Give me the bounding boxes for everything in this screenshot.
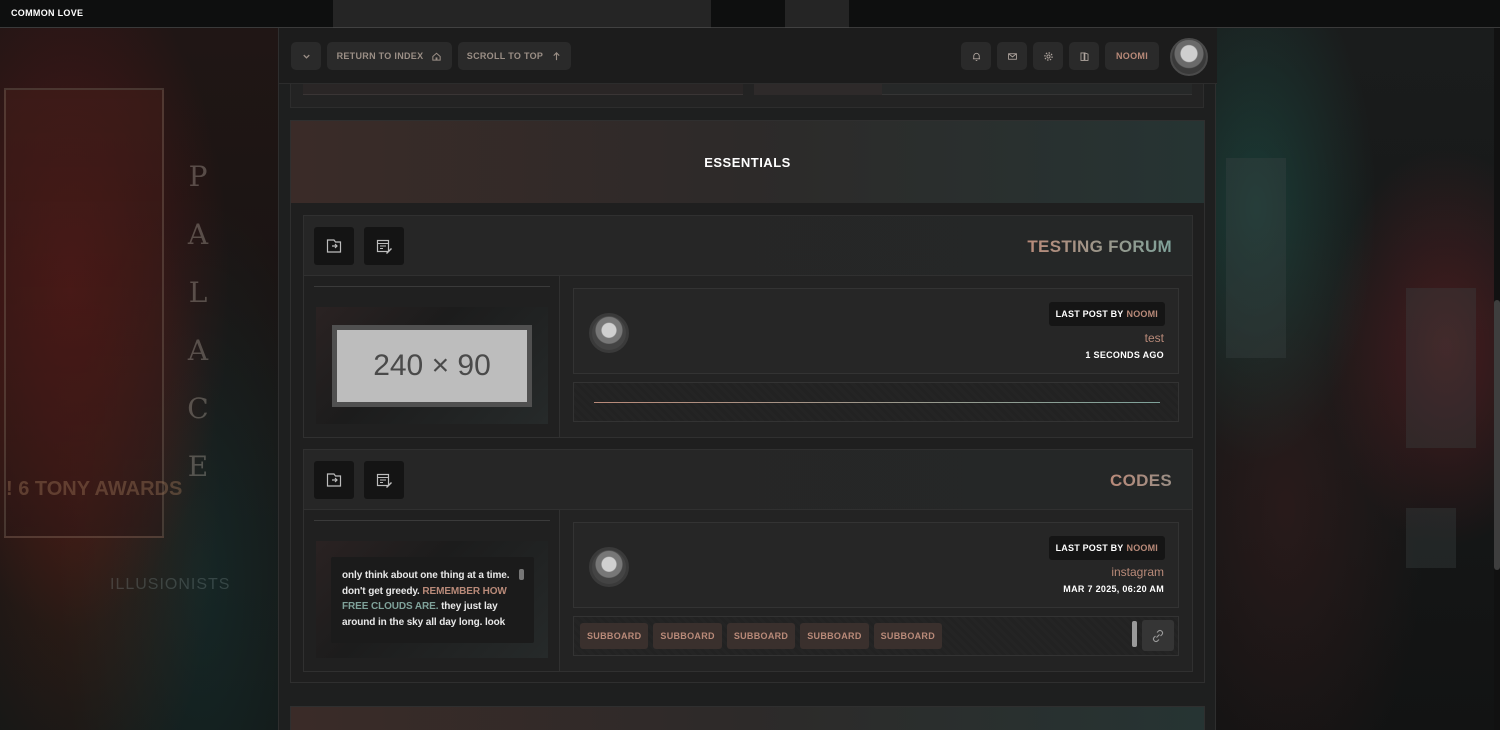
last-post-avatar[interactable] bbox=[589, 313, 629, 353]
bell-icon bbox=[972, 52, 980, 61]
description-scrollbar[interactable] bbox=[519, 569, 524, 580]
scroll-to-top-label: SCROLL TO TOP bbox=[466, 51, 544, 61]
last-post-user-link[interactable]: NOOMI bbox=[1127, 309, 1159, 319]
forum-image-panel: only think about one thing at a time. do… bbox=[304, 510, 560, 671]
forum-title[interactable]: CODES bbox=[1110, 471, 1172, 491]
last-post-badge: LAST POST BY NOOMI bbox=[1048, 302, 1165, 326]
forum-folder-button[interactable] bbox=[314, 227, 354, 265]
forum-image-panel: 240 × 90 bbox=[304, 276, 560, 437]
last-post-time: 1 SECONDS AGO bbox=[1085, 350, 1164, 360]
main-column: RETURN TO INDEX SCROLL TO TOP NOOMI ESSE… bbox=[278, 28, 1217, 730]
edit-calendar-icon bbox=[376, 239, 392, 254]
directory-button[interactable] bbox=[1069, 42, 1099, 70]
folder-arrow-icon bbox=[326, 239, 342, 253]
toolbar: RETURN TO INDEX SCROLL TO TOP NOOMI bbox=[279, 28, 1217, 84]
last-post-panel: LAST POST BY NOOMI instagram MAR 7 2025,… bbox=[573, 522, 1179, 608]
mail-icon bbox=[1007, 52, 1017, 60]
divider bbox=[594, 402, 1160, 403]
chevron-down-icon bbox=[302, 54, 310, 59]
page-scrollbar-thumb[interactable] bbox=[1494, 300, 1500, 570]
collapse-button[interactable] bbox=[291, 42, 321, 70]
forum-description: only think about one thing at a time. do… bbox=[331, 557, 534, 643]
forum-new-post-button[interactable] bbox=[364, 461, 404, 499]
subboard-list: SUBBOARD SUBBOARD SUBBOARD SUBBOARD SUBB… bbox=[580, 623, 943, 649]
forum-folder-button[interactable] bbox=[314, 461, 354, 499]
background-building bbox=[1406, 508, 1456, 568]
return-to-index-label: RETURN TO INDEX bbox=[336, 51, 424, 61]
arrow-up-icon bbox=[553, 51, 560, 60]
previous-forum-strip bbox=[303, 84, 743, 95]
next-category-header bbox=[290, 706, 1205, 730]
forum-image: only think about one thing at a time. do… bbox=[316, 541, 548, 658]
last-post-prefix: LAST POST BY bbox=[1055, 309, 1124, 319]
gear-icon bbox=[1043, 51, 1053, 61]
background-ghost bbox=[785, 0, 849, 28]
background-building bbox=[1406, 288, 1476, 448]
forum-row: CODES only think about one thing at a ti… bbox=[303, 449, 1193, 672]
forum-row: TESTING FORUM 240 × 90 LAST POST BY NOOM… bbox=[303, 215, 1193, 438]
previous-category-bottom bbox=[290, 84, 1204, 108]
divider bbox=[314, 286, 550, 287]
previous-forum-strip bbox=[754, 84, 1192, 95]
background-show-text: ILLUSIONISTS bbox=[110, 576, 231, 593]
last-post-badge: LAST POST BY NOOMI bbox=[1048, 536, 1165, 560]
background-awards-text: ! 6 TONY AWARDS bbox=[6, 478, 183, 500]
last-post-avatar[interactable] bbox=[589, 547, 629, 587]
user-menu-button[interactable]: NOOMI bbox=[1105, 42, 1159, 70]
subboard-link[interactable]: SUBBOARD bbox=[726, 623, 796, 649]
background-billboard bbox=[4, 88, 164, 538]
settings-button[interactable] bbox=[1033, 42, 1063, 70]
notifications-button[interactable] bbox=[961, 42, 991, 70]
forum-header: CODES bbox=[304, 450, 1192, 510]
top-bar: COMMON LOVE bbox=[0, 0, 1500, 28]
background-building bbox=[1226, 158, 1286, 358]
description-highlight: REMEMBER HOW bbox=[422, 585, 507, 597]
divider bbox=[314, 520, 550, 521]
subboard-row bbox=[573, 382, 1179, 422]
subboard-scrollbar[interactable] bbox=[1132, 621, 1137, 647]
forum-new-post-button[interactable] bbox=[364, 227, 404, 265]
subboard-link[interactable]: SUBBOARD bbox=[580, 623, 649, 649]
last-post-user-link[interactable]: NOOMI bbox=[1127, 543, 1159, 553]
last-post-time: MAR 7 2025, 06:20 AM bbox=[1063, 584, 1164, 594]
subboard-link[interactable]: SUBBOARD bbox=[800, 623, 869, 649]
forum-link-button[interactable] bbox=[1142, 620, 1174, 651]
book-icon bbox=[1080, 51, 1088, 61]
image-placeholder: 240 × 90 bbox=[337, 330, 527, 402]
scroll-to-top-button[interactable]: SCROLL TO TOP bbox=[458, 42, 571, 70]
category-title[interactable]: ESSENTIALS bbox=[291, 121, 1204, 203]
username-label: NOOMI bbox=[1116, 51, 1148, 61]
return-to-index-button[interactable]: RETURN TO INDEX bbox=[327, 42, 452, 70]
subboard-row: SUBBOARD SUBBOARD SUBBOARD SUBBOARD SUBB… bbox=[573, 616, 1179, 656]
last-post-topic-link[interactable]: test bbox=[1145, 331, 1164, 345]
background-left-scene: PALACE ! 6 TONY AWARDS ILLUSIONISTS bbox=[0, 28, 278, 730]
image-frame: 240 × 90 bbox=[332, 325, 532, 407]
background-right-scene bbox=[1216, 28, 1500, 730]
background-ghost bbox=[333, 0, 711, 28]
category-essentials: ESSENTIALS TESTING FORUM 240 × 90 LAST P… bbox=[290, 120, 1205, 683]
subboard-link[interactable]: SUBBOARD bbox=[873, 623, 943, 649]
home-icon bbox=[432, 52, 442, 61]
forum-header: TESTING FORUM bbox=[304, 216, 1192, 276]
forum-title[interactable]: TESTING FORUM bbox=[1027, 237, 1172, 257]
last-post-prefix: LAST POST BY bbox=[1055, 543, 1124, 553]
background-palace-sign: PALACE bbox=[187, 160, 209, 483]
subboard-link[interactable]: SUBBOARD bbox=[653, 623, 722, 649]
link-icon bbox=[1152, 629, 1164, 642]
forum-image: 240 × 90 bbox=[316, 307, 548, 424]
avatar[interactable] bbox=[1170, 38, 1208, 76]
description-highlight: FREE CLOUDS ARE. bbox=[342, 601, 439, 612]
messages-button[interactable] bbox=[997, 42, 1027, 70]
edit-calendar-icon bbox=[376, 473, 392, 488]
site-title[interactable]: COMMON LOVE bbox=[11, 8, 83, 18]
folder-arrow-icon bbox=[326, 473, 342, 487]
last-post-panel: LAST POST BY NOOMI test 1 SECONDS AGO bbox=[573, 288, 1179, 374]
last-post-topic-link[interactable]: instagram bbox=[1111, 565, 1164, 579]
